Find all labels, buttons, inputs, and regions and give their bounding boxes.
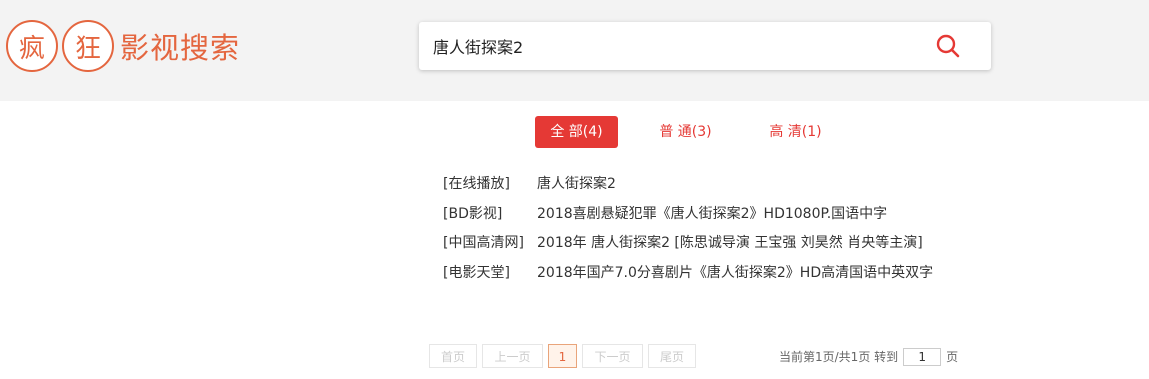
search-input[interactable]	[433, 30, 913, 62]
logo-text: 影视搜索	[120, 31, 241, 65]
goto-page-input[interactable]	[903, 348, 942, 366]
result-source: [电影天堂]	[443, 264, 510, 281]
tab-normal[interactable]: 普 通(3)	[648, 116, 723, 148]
first-page-button[interactable]: 首页	[429, 344, 477, 368]
result-title-link[interactable]: 2018喜剧悬疑犯罪《唐人街探案2》HD1080P.国语中字	[537, 200, 887, 230]
prev-page-button[interactable]: 上一页	[482, 344, 543, 368]
filter-tabs: 全 部(4) 普 通(3) 高 清(1)	[0, 116, 1149, 148]
next-page-button[interactable]: 下一页	[582, 344, 643, 368]
current-page-button[interactable]: 1	[548, 344, 577, 368]
logo-circle-1: 疯	[6, 20, 58, 72]
header: 疯 狂 影视搜索	[0, 0, 1149, 101]
list-item: [BD影视] 2018喜剧悬疑犯罪《唐人街探案2》HD1080P.国语中字	[443, 200, 933, 230]
search-icon	[936, 34, 960, 58]
list-item: [中国高清网] 2018年 唐人街探案2 [陈思诚导演 王宝强 刘昊然 肖央等主…	[443, 229, 933, 259]
list-item: [电影天堂] 2018年国产7.0分喜剧片《唐人街探案2》HD高清国语中英双字	[443, 259, 933, 289]
search-box	[419, 22, 991, 70]
results-list: [在线播放] 唐人街探案2 [BD影视] 2018喜剧悬疑犯罪《唐人街探案2》H…	[443, 170, 933, 288]
tab-all[interactable]: 全 部(4)	[535, 116, 618, 148]
result-source: [在线播放]	[443, 176, 510, 192]
pagination: 首页 上一页 1 下一页 尾页 当前第1页/共1页 转到 页	[0, 344, 1149, 370]
last-page-button[interactable]: 尾页	[648, 344, 696, 368]
result-title-link[interactable]: 2018年国产7.0分喜剧片《唐人街探案2》HD高清国语中英双字	[537, 259, 933, 289]
logo-circle-2: 狂	[62, 20, 114, 72]
site-logo[interactable]: 疯 狂 影视搜索	[6, 20, 240, 72]
list-item: [在线播放] 唐人街探案2	[443, 170, 933, 200]
result-source: [中国高清网]	[443, 235, 524, 251]
page-suffix: 页	[946, 350, 959, 364]
search-button[interactable]	[935, 33, 961, 59]
tab-hd[interactable]: 高 清(1)	[758, 116, 833, 148]
page-info: 当前第1页/共1页 转到 页	[779, 344, 958, 370]
result-title-link[interactable]: 唐人街探案2	[537, 170, 616, 200]
result-source: [BD影视]	[443, 205, 503, 222]
page-info-text: 当前第1页/共1页 转到	[779, 350, 899, 364]
result-title-link[interactable]: 2018年 唐人街探案2 [陈思诚导演 王宝强 刘昊然 肖央等主演]	[537, 229, 923, 259]
